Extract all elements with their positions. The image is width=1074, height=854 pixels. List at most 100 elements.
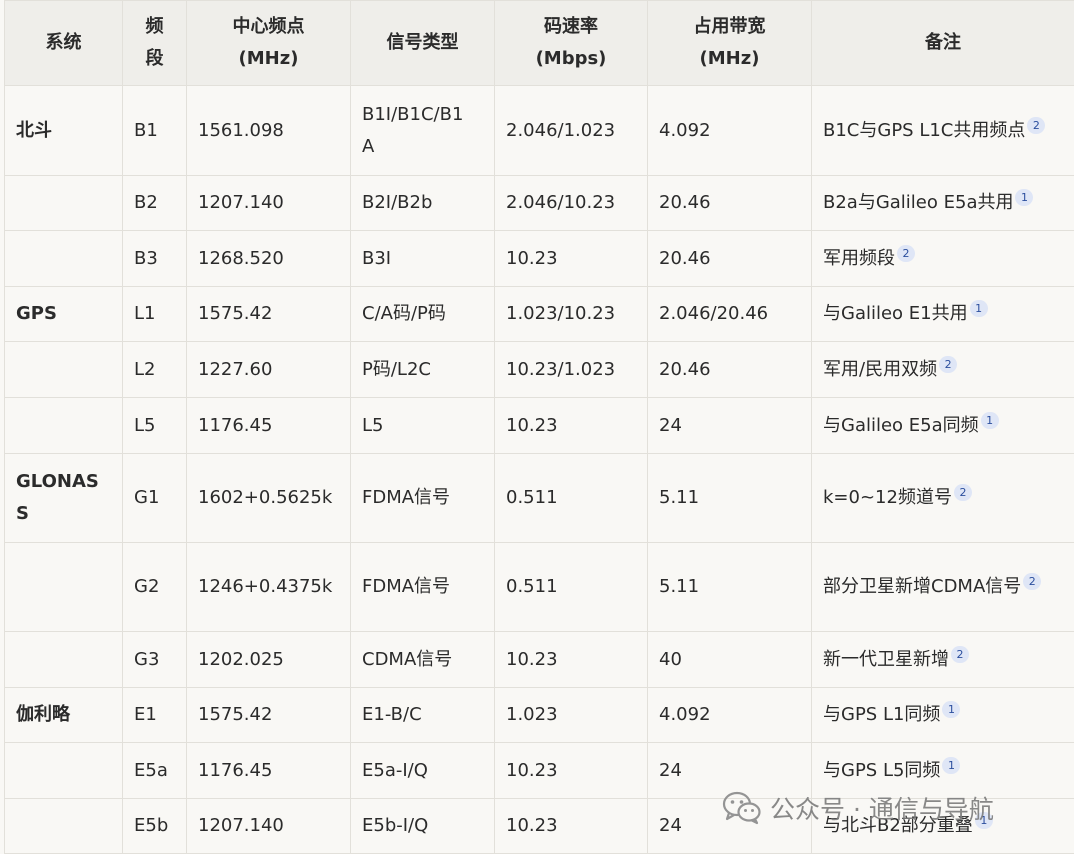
cell-bandwidth-text: 24 <box>659 760 682 781</box>
cell-code-rate-text: 1.023 <box>506 704 558 725</box>
cell-bandwidth-text: 24 <box>659 815 682 836</box>
table-row: G21246+0.4375kFDMA信号0.5115.11部分卫星新增CDMA信… <box>5 543 1074 632</box>
cell-note-text: k=0~12频道号 <box>823 487 952 508</box>
cell-bandwidth: 24 <box>648 743 812 799</box>
table-row: 北斗B11561.098B1I/B1C/B1A2.046/1.0234.092B… <box>5 86 1074 176</box>
cell-center-frequency: 1561.098 <box>187 86 351 176</box>
cell-signal-type: B2I/B2b <box>351 176 495 231</box>
table-header: 系统 频段 中心频点(MHz) 信号类型 码速率(Mbps) 占用带宽(MHz)… <box>5 1 1074 86</box>
table-row: L51176.45L510.2324与Galileo E5a同频1 <box>5 398 1074 454</box>
cell-signal-type-text: E1-B/C <box>362 704 422 725</box>
cell-bandwidth: 24 <box>648 398 812 454</box>
cell-note: 与GPS L1同频1 <box>812 688 1074 743</box>
cell-bandwidth-text: 40 <box>659 649 682 670</box>
cell-band-text: G1 <box>134 487 159 508</box>
cell-code-rate-text: 10.23/1.023 <box>506 359 615 380</box>
reference-badge[interactable]: 2 <box>1023 573 1041 590</box>
cell-signal-type-text: FDMA信号 <box>362 487 450 508</box>
cell-center-frequency: 1575.42 <box>187 688 351 743</box>
cell-bandwidth: 2.046/20.46 <box>648 287 812 342</box>
cell-note-text: 与Galileo E5a同频 <box>823 415 979 436</box>
cell-bandwidth-text: 24 <box>659 415 682 436</box>
cell-center-frequency: 1602+0.5625k <box>187 454 351 543</box>
cell-system <box>5 342 123 398</box>
table-body: 北斗B11561.098B1I/B1C/B1A2.046/1.0234.092B… <box>5 86 1074 854</box>
cell-system <box>5 799 123 854</box>
header-center-frequency: 中心频点(MHz) <box>187 1 351 86</box>
cell-bandwidth: 5.11 <box>648 454 812 543</box>
reference-badge[interactable]: 2 <box>954 484 972 501</box>
cell-bandwidth: 40 <box>648 632 812 688</box>
cell-note: B2a与Galileo E5a共用1 <box>812 176 1074 231</box>
header-row: 系统 频段 中心频点(MHz) 信号类型 码速率(Mbps) 占用带宽(MHz)… <box>5 1 1074 86</box>
cell-system-text: 伽利略 <box>16 704 70 725</box>
reference-badge[interactable]: 1 <box>970 300 988 317</box>
cell-bandwidth-text: 20.46 <box>659 359 711 380</box>
cell-band-text: L5 <box>134 415 155 436</box>
cell-code-rate-text: 2.046/10.23 <box>506 192 615 213</box>
cell-code-rate: 10.23 <box>495 743 648 799</box>
cell-code-rate-text: 10.23 <box>506 649 558 670</box>
cell-signal-type: B1I/B1C/B1A <box>351 86 495 176</box>
cell-center-frequency: 1246+0.4375k <box>187 543 351 632</box>
cell-center-frequency: 1227.60 <box>187 342 351 398</box>
cell-signal-type-text: E5a-I/Q <box>362 760 428 781</box>
reference-badge[interactable]: 2 <box>939 356 957 373</box>
cell-code-rate: 2.046/1.023 <box>495 86 648 176</box>
cell-code-rate: 10.23 <box>495 632 648 688</box>
cell-bandwidth: 20.46 <box>648 176 812 231</box>
cell-note-text: 军用频段 <box>823 248 895 269</box>
cell-system-text: GPS <box>16 303 57 324</box>
cell-signal-type: FDMA信号 <box>351 454 495 543</box>
cell-bandwidth-text: 2.046/20.46 <box>659 303 768 324</box>
cell-code-rate: 10.23/1.023 <box>495 342 648 398</box>
cell-band: E5b <box>123 799 187 854</box>
reference-badge[interactable]: 1 <box>975 812 993 829</box>
cell-signal-type-text: B1I/B1C/B1 <box>362 104 463 125</box>
header-signal-type: 信号类型 <box>351 1 495 86</box>
table-row: GLONASSG11602+0.5625kFDMA信号0.5115.11k=0~… <box>5 454 1074 543</box>
cell-band: G2 <box>123 543 187 632</box>
cell-band-text: L2 <box>134 359 155 380</box>
cell-system <box>5 743 123 799</box>
cell-code-rate-text: 1.023/10.23 <box>506 303 615 324</box>
cell-note-text: 与北斗B2部分重叠 <box>823 815 973 836</box>
cell-code-rate: 0.511 <box>495 543 648 632</box>
reference-badge[interactable]: 1 <box>942 757 960 774</box>
cell-band: L1 <box>123 287 187 342</box>
reference-badge[interactable]: 1 <box>942 701 960 718</box>
cell-band: G1 <box>123 454 187 543</box>
cell-band-text: E5a <box>134 760 168 781</box>
table-row: E5b 1207.140 E5b-I/Q 10.23 24 与北斗B2部分重叠1 <box>5 799 1074 854</box>
cell-note: 军用/民用双频2 <box>812 342 1074 398</box>
table-row: B31268.520B3I10.2320.46军用频段2 <box>5 231 1074 287</box>
cell-bandwidth-text: 20.46 <box>659 192 711 213</box>
cell-band: E5a <box>123 743 187 799</box>
cell-band: G3 <box>123 632 187 688</box>
cell-note-text: 部分卫星新增CDMA信号 <box>823 576 1021 597</box>
cell-note: k=0~12频道号2 <box>812 454 1074 543</box>
cell-center-frequency-text: 1176.45 <box>198 760 272 781</box>
reference-badge[interactable]: 1 <box>1015 189 1033 206</box>
cell-bandwidth-text: 4.092 <box>659 704 711 725</box>
cell-system <box>5 231 123 287</box>
cell-note-text: B2a与Galileo E5a共用 <box>823 192 1013 213</box>
cell-note: 与北斗B2部分重叠1 <box>812 799 1074 854</box>
cell-band: B3 <box>123 231 187 287</box>
cell-signal-type-text: E5b-I/Q <box>362 815 428 836</box>
cell-bandwidth-text: 4.092 <box>659 120 711 141</box>
cell-band-text: B3 <box>134 248 158 269</box>
cell-center-frequency-text: 1227.60 <box>198 359 272 380</box>
cell-center-frequency-text: 1602+0.5625k <box>198 487 332 508</box>
reference-badge[interactable]: 1 <box>981 412 999 429</box>
cell-code-rate: 1.023/10.23 <box>495 287 648 342</box>
reference-badge[interactable]: 2 <box>897 245 915 262</box>
cell-center-frequency-text: 1268.520 <box>198 248 284 269</box>
reference-badge[interactable]: 2 <box>951 646 969 663</box>
cell-center-frequency-text: 1207.140 <box>198 815 284 836</box>
reference-badge[interactable]: 2 <box>1027 117 1045 134</box>
cell-code-rate: 10.23 <box>495 231 648 287</box>
cell-code-rate-text: 10.23 <box>506 815 558 836</box>
cell-system-text: 北斗 <box>16 120 52 141</box>
cell-signal-type: E5a-I/Q <box>351 743 495 799</box>
